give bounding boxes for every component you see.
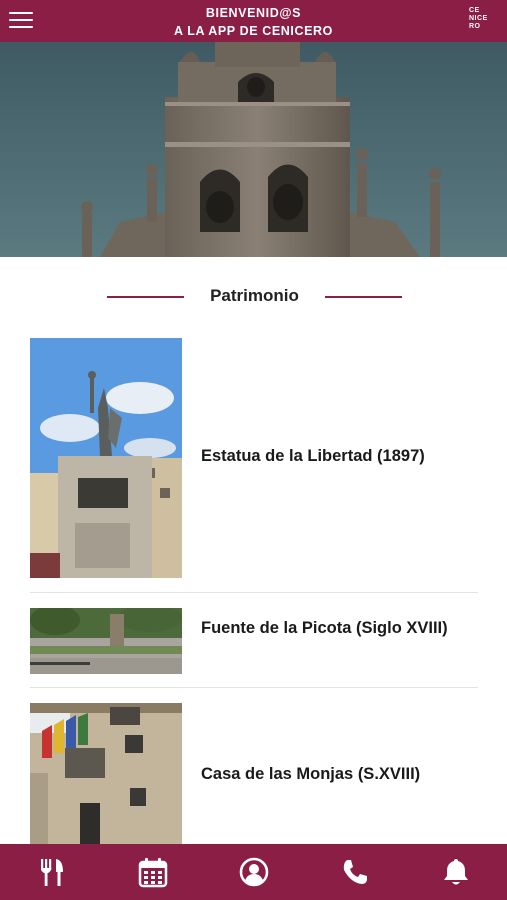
header-title: BIENVENID@S A LA APP DE CENICERO (120, 4, 387, 40)
fork-knife-icon[interactable] (36, 856, 68, 888)
hero-image (0, 42, 507, 257)
app-header: BIENVENID@S A LA APP DE CENICERO CE NICE… (0, 0, 507, 42)
header-title-line2: A LA APP DE CENICERO (173, 24, 333, 38)
logo-text-2: NICE (469, 15, 488, 22)
logo-text-1: CE (469, 7, 480, 14)
list-divider (30, 687, 478, 688)
logo-text-3: RO (469, 23, 481, 30)
section-header: Patrimonio (0, 280, 507, 314)
casa-monjas-title: Casa de las Monjas (S.XVIII) (201, 765, 421, 783)
bottom-tab-bar (0, 844, 507, 900)
estatua-thumbnail (30, 338, 182, 578)
estatua-title: Estatua de la Libertad (1897) (201, 447, 425, 465)
fuente-title: Fuente de la Picota (Siglo XVIII) (201, 619, 448, 637)
calendar-icon[interactable] (137, 856, 169, 888)
section-divider-right (325, 296, 402, 298)
casa-monjas-thumbnail (30, 703, 182, 844)
list-item-casa-monjas[interactable]: Casa de las Monjas (S.XVIII) (30, 703, 478, 844)
phone-icon[interactable] (339, 856, 371, 888)
header-title-line1: BIENVENID@S (205, 6, 302, 20)
section-title: Patrimonio (210, 286, 299, 305)
list-item-fuente[interactable]: Fuente de la Picota (Siglo XVIII) (30, 608, 478, 674)
list-item-estatua[interactable]: Estatua de la Libertad (1897) (30, 338, 478, 578)
user-circle-icon[interactable] (238, 856, 270, 888)
fuente-thumbnail (30, 608, 182, 674)
hamburger-menu-icon[interactable] (9, 9, 33, 31)
bell-icon[interactable] (440, 856, 472, 888)
cenicero-logo: CE NICE RO (469, 7, 495, 33)
list-divider (30, 592, 478, 593)
section-divider-left (107, 296, 184, 298)
